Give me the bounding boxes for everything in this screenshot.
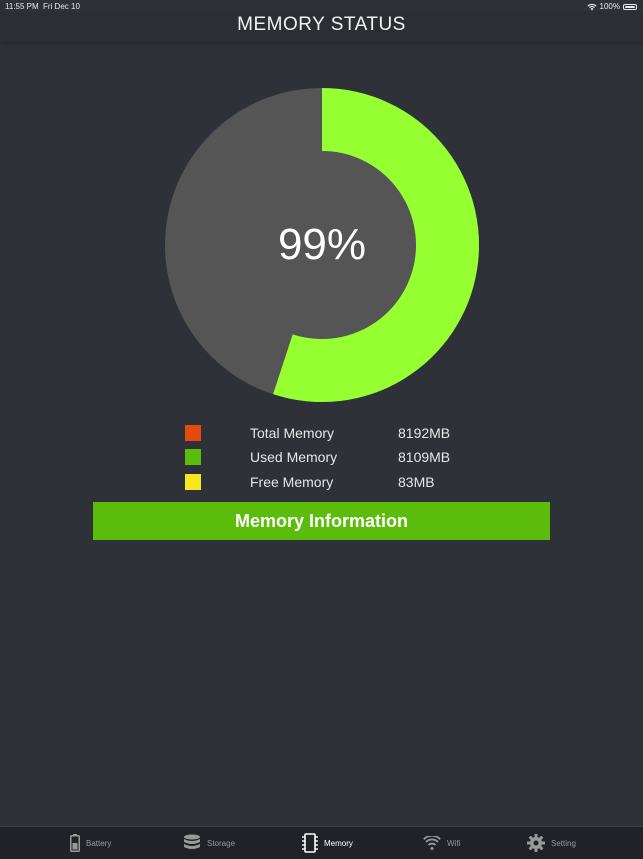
legend-row-used: Used Memory 8109MB xyxy=(0,449,643,469)
used-memory-swatch xyxy=(185,449,201,465)
status-time: 11:55 PM xyxy=(5,2,39,11)
memory-information-button[interactable]: Memory Information xyxy=(93,502,550,540)
free-memory-label: Free Memory xyxy=(250,474,334,490)
tab-storage[interactable]: Storage xyxy=(183,827,235,859)
memory-chip-icon xyxy=(302,833,318,853)
tab-battery[interactable]: Battery xyxy=(70,827,111,859)
tab-storage-label: Storage xyxy=(207,838,236,848)
battery-icon xyxy=(70,834,80,852)
free-memory-swatch xyxy=(185,474,201,490)
battery-status-icon xyxy=(623,3,637,10)
tab-setting[interactable]: Setting xyxy=(527,827,576,859)
wifi-status-icon xyxy=(587,3,597,10)
tab-memory[interactable]: Memory xyxy=(302,827,353,859)
status-bar: 11:55 PM Fri Dec 10 100% xyxy=(0,0,643,12)
battery-percent: 100% xyxy=(599,2,620,11)
memory-usage-donut xyxy=(164,87,479,403)
tab-battery-label: Battery xyxy=(86,838,112,848)
tab-wifi-label: Wifi xyxy=(447,838,461,848)
storage-icon xyxy=(184,834,200,849)
used-memory-label: Used Memory xyxy=(250,449,338,465)
page-title: MEMORY STATUS xyxy=(237,14,406,35)
total-memory-label: Total Memory xyxy=(250,425,335,441)
free-memory-value: 83MB xyxy=(398,474,435,490)
legend-row-free: Free Memory 83MB xyxy=(0,474,643,494)
gear-icon xyxy=(527,834,545,852)
total-memory-value: 8192MB xyxy=(398,425,451,441)
wifi-icon xyxy=(423,836,441,850)
tab-setting-label: Setting xyxy=(551,838,576,848)
tab-memory-label: Memory xyxy=(324,838,353,848)
total-memory-swatch xyxy=(185,425,201,441)
tab-bar: Battery Storage Memory Wifi Setting xyxy=(0,826,643,859)
status-date: Fri Dec 10 xyxy=(43,2,80,11)
used-memory-value: 8109MB xyxy=(398,449,451,465)
legend-row-total: Total Memory 8192MB xyxy=(0,425,643,445)
nav-bar: MEMORY STATUS xyxy=(0,12,643,42)
tab-wifi[interactable]: Wifi xyxy=(423,827,460,859)
status-right: 100% xyxy=(587,2,637,11)
